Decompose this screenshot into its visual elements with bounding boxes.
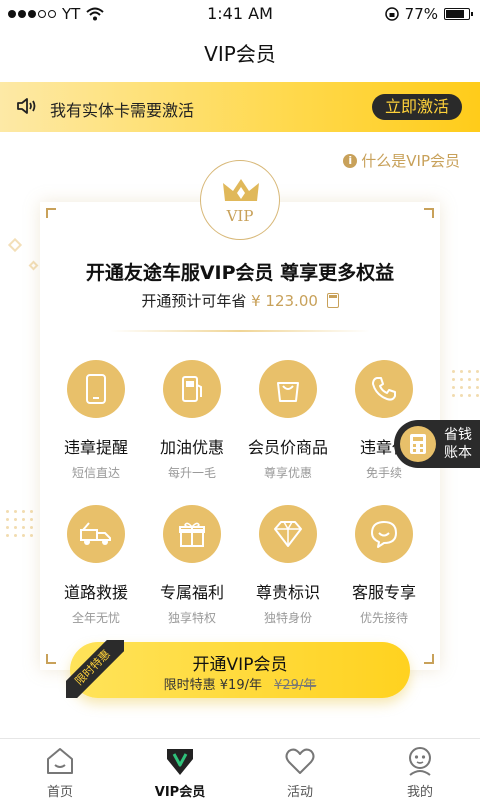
vip-crown-badge: VIP [200,160,280,240]
savings-prefix: 开通预计可年省 [141,292,247,310]
benefit-title: 违章提醒 [63,438,128,457]
savings-amount: ¥ 123.00 [251,292,318,310]
what-is-vip-link[interactable]: i 什么是VIP会员 [343,150,460,171]
shopping-bag-icon [259,360,317,418]
activate-now-button[interactable]: 立即激活 [372,94,462,120]
speaker-icon [17,98,36,114]
benefit-subtitle: 独享特权 [167,611,216,625]
chat-bubble-icon [355,505,413,563]
benefit-member-price[interactable]: 会员价商品 尊享优惠 [238,360,338,481]
diamond-icon [259,505,317,563]
what-is-vip-label: 什么是VIP会员 [361,152,460,170]
page-title: VIP会员 [204,42,276,66]
savings-book-button[interactable]: 省钱 账本 [394,420,480,468]
tab-mine[interactable]: 我的 [360,739,480,800]
benefit-violation-alert[interactable]: 违章提醒 短信直达 [46,360,146,481]
calculator-icon[interactable] [326,293,339,308]
benefit-subtitle: 全年无忧 [71,611,120,625]
tab-label: 首页 [46,785,73,800]
decor-dots [6,510,33,537]
tow-truck-icon [67,505,125,563]
benefit-fuel-discount[interactable]: 加油优惠 每升一毛 [142,360,242,481]
battery-percent: 77% [404,5,438,23]
card-corner [46,208,56,218]
benefit-road-rescue[interactable]: 道路救援 全年无忧 [46,505,146,626]
decor-dots [452,370,479,397]
status-right: 77% [384,5,473,23]
savings-book-line1: 省钱 [444,427,472,443]
crown-icon [223,179,259,201]
tab-label: VIP会员 [154,785,206,800]
card-corner [424,654,434,664]
benefit-subtitle: 优先接待 [359,611,408,625]
rotation-lock-icon [384,7,399,21]
card-corner [46,654,56,664]
benefit-title: 加油优惠 [159,438,224,457]
decor-diamond [7,237,23,253]
tab-activity[interactable]: 活动 [240,739,360,800]
card-headline: 开通友途车服VIP会员 尊享更多权益 [85,262,395,284]
tab-vip[interactable]: VIP会员 [120,739,240,800]
benefit-subtitle: 短信直达 [71,466,120,480]
divider [110,330,370,332]
benefit-exclusive-welfare[interactable]: 专属福利 独享特权 [142,505,242,626]
calculator-icon [400,426,436,462]
vip-icon [167,749,193,775]
annual-savings: 开通预计可年省 ¥ 123.00 [40,290,440,311]
fuel-pump-icon [163,360,221,418]
info-icon: i [343,153,358,168]
promo-price: 限时特惠 ¥19/年 [163,678,262,693]
savings-book-label: 省钱 账本 [440,426,476,462]
profile-icon [409,747,431,776]
card-corner [424,208,434,218]
status-bar: YT 1:41 AM 77% [0,0,480,28]
benefit-subtitle: 每升一毛 [167,466,216,480]
gift-icon [163,505,221,563]
original-price: ¥29/年 [274,678,317,693]
banner-text: 我有实体卡需要激活 [50,101,195,120]
home-icon [47,748,73,774]
benefit-noble-badge[interactable]: 尊贵标识 独特身份 [238,505,338,626]
benefit-subtitle: 独特身份 [263,611,312,625]
benefit-title: 道路救援 [63,583,128,602]
limited-offer-ribbon: 限时特惠 [66,640,124,698]
savings-book-line2: 账本 [444,445,472,461]
benefit-subtitle: 尊享优惠 [263,466,312,480]
activation-banner: 我有实体卡需要激活 立即激活 [0,82,480,132]
tab-label: 我的 [406,785,433,800]
benefit-title: 客服专享 [351,583,416,602]
phone-device-icon [67,360,125,418]
benefit-customer-service[interactable]: 客服专享 优先接待 [334,505,434,626]
tab-home[interactable]: 首页 [0,739,120,800]
battery-icon [444,8,473,20]
tab-label: 活动 [286,785,313,800]
vip-badge-text: VIP [226,207,254,225]
decor-diamond [28,260,39,271]
benefit-title: 会员价商品 [247,438,328,457]
tab-bar: 首页 VIP会员 活动 我的 [0,738,480,800]
ribbon-label: 限时特惠 [66,640,124,698]
telephone-icon [355,360,413,418]
benefit-title: 专属福利 [159,583,224,602]
heart-icon [285,748,315,774]
benefit-title: 尊贵标识 [255,583,320,602]
